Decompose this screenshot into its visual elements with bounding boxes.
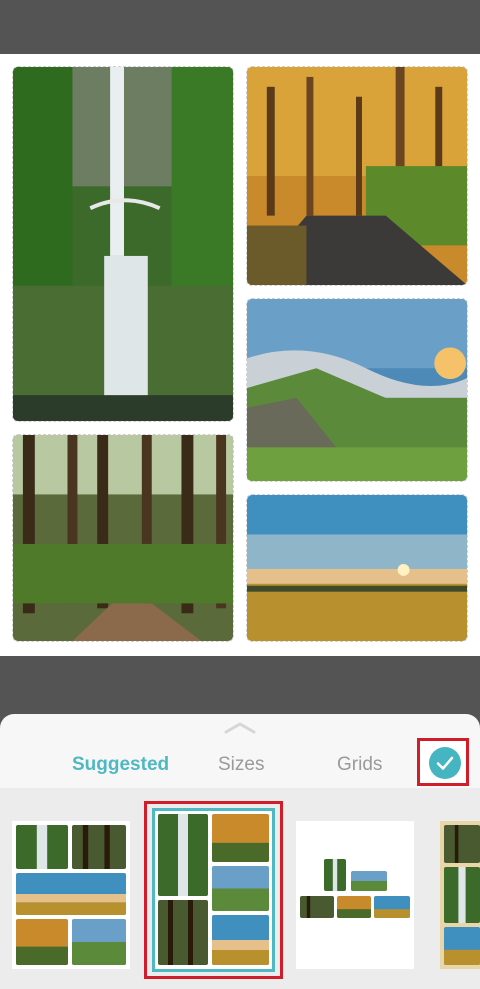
- layout-thumbnail-3[interactable]: [296, 821, 414, 969]
- mini-waterfall: [158, 814, 208, 896]
- confirm-button[interactable]: [429, 747, 461, 779]
- tab-bar: Suggested Sizes Grids: [0, 744, 480, 792]
- mini-waterfall: [324, 859, 346, 891]
- layout-thumbnail-4[interactable]: [440, 821, 480, 969]
- tab-sizes[interactable]: Sizes: [218, 754, 264, 776]
- mini-forest-path: [444, 825, 480, 863]
- canvas-margin: [0, 656, 480, 716]
- mini-autumn-forest: [212, 814, 269, 862]
- photo-autumn-forest[interactable]: [246, 66, 468, 286]
- mini-forest-path: [158, 900, 208, 965]
- selected-layout-highlight: [144, 801, 283, 979]
- photo-waterfall[interactable]: [12, 66, 234, 422]
- photo-sunset-field[interactable]: [246, 494, 468, 642]
- mini-waterfall: [16, 825, 68, 869]
- mini-autumn-forest: [337, 896, 371, 918]
- mini-sunset-field: [374, 896, 410, 918]
- layout-thumbnail-2-selected[interactable]: [152, 808, 275, 972]
- tab-suggested[interactable]: Suggested: [72, 754, 169, 776]
- mini-misty-hills: [72, 919, 126, 965]
- photo-forest-path[interactable]: [12, 434, 234, 642]
- mini-sunset-field: [212, 915, 269, 965]
- mini-sunset-field: [16, 873, 126, 915]
- mini-forest-path: [300, 896, 334, 918]
- top-bar: [0, 0, 480, 54]
- tab-grids[interactable]: Grids: [337, 754, 382, 776]
- photo-misty-hills[interactable]: [246, 298, 468, 482]
- layout-thumbnail-1[interactable]: [12, 821, 130, 969]
- check-icon: [436, 756, 454, 770]
- collage-canvas: [0, 54, 480, 656]
- mini-forest-path: [72, 825, 126, 869]
- mini-sunset-field: [444, 927, 480, 965]
- mini-misty-hills: [351, 871, 387, 891]
- mini-autumn-forest: [16, 919, 68, 965]
- mini-waterfall: [444, 867, 480, 923]
- mini-misty-hills: [212, 866, 269, 911]
- confirm-button-highlight: [417, 738, 469, 786]
- chevron-up-icon[interactable]: [222, 720, 258, 736]
